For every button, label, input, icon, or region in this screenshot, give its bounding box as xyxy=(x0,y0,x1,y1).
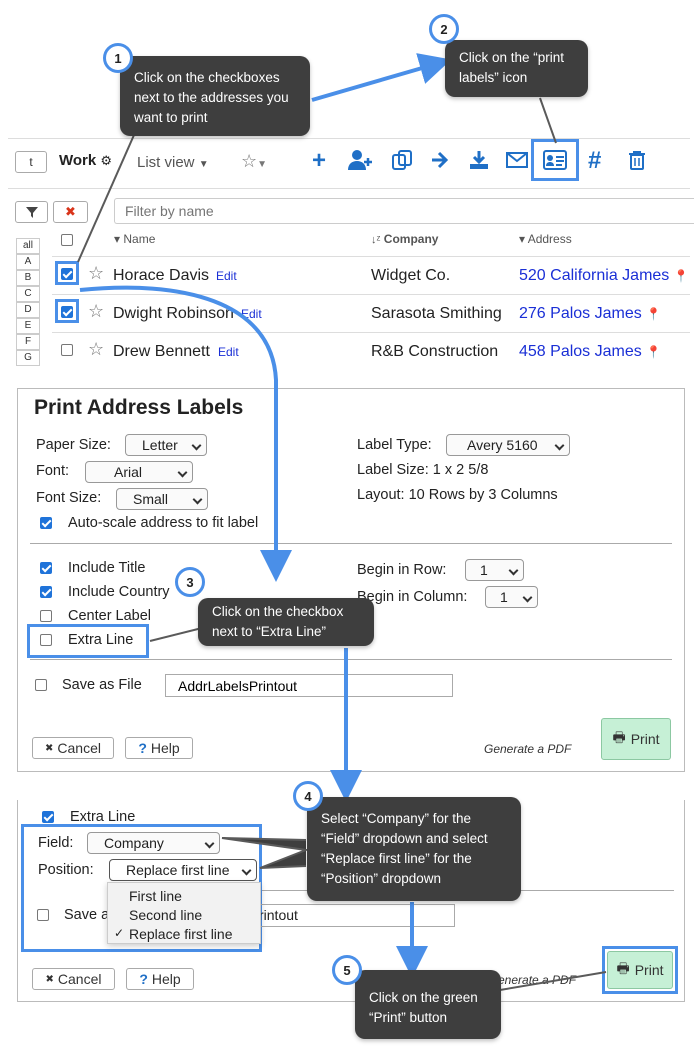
callout-step-4: Select “Company” for the “Field” dropdow… xyxy=(307,797,521,901)
arrow-to-step3 xyxy=(79,285,292,582)
pointer-arrow xyxy=(77,134,135,263)
pointer-arrow xyxy=(539,97,557,144)
pointer-arrow xyxy=(221,837,310,869)
callout-step-1: Click on the checkboxes next to the addr… xyxy=(120,56,310,136)
step-badge-2: 2 xyxy=(429,14,459,44)
callout-step-2: Click on the “print labels” icon xyxy=(445,40,588,97)
step-badge-1: 1 xyxy=(103,43,133,73)
arrow-to-step2 xyxy=(311,53,452,102)
callout-step-5: Click on the green “Print” button xyxy=(355,970,501,1039)
callout-step-3: Click on the checkbox next to “Extra Lin… xyxy=(198,598,374,646)
pointer-arrow xyxy=(499,971,607,991)
step-badge-3: 3 xyxy=(175,567,205,597)
step-badge-4: 4 xyxy=(293,781,323,811)
step-badge-5: 5 xyxy=(332,955,362,985)
